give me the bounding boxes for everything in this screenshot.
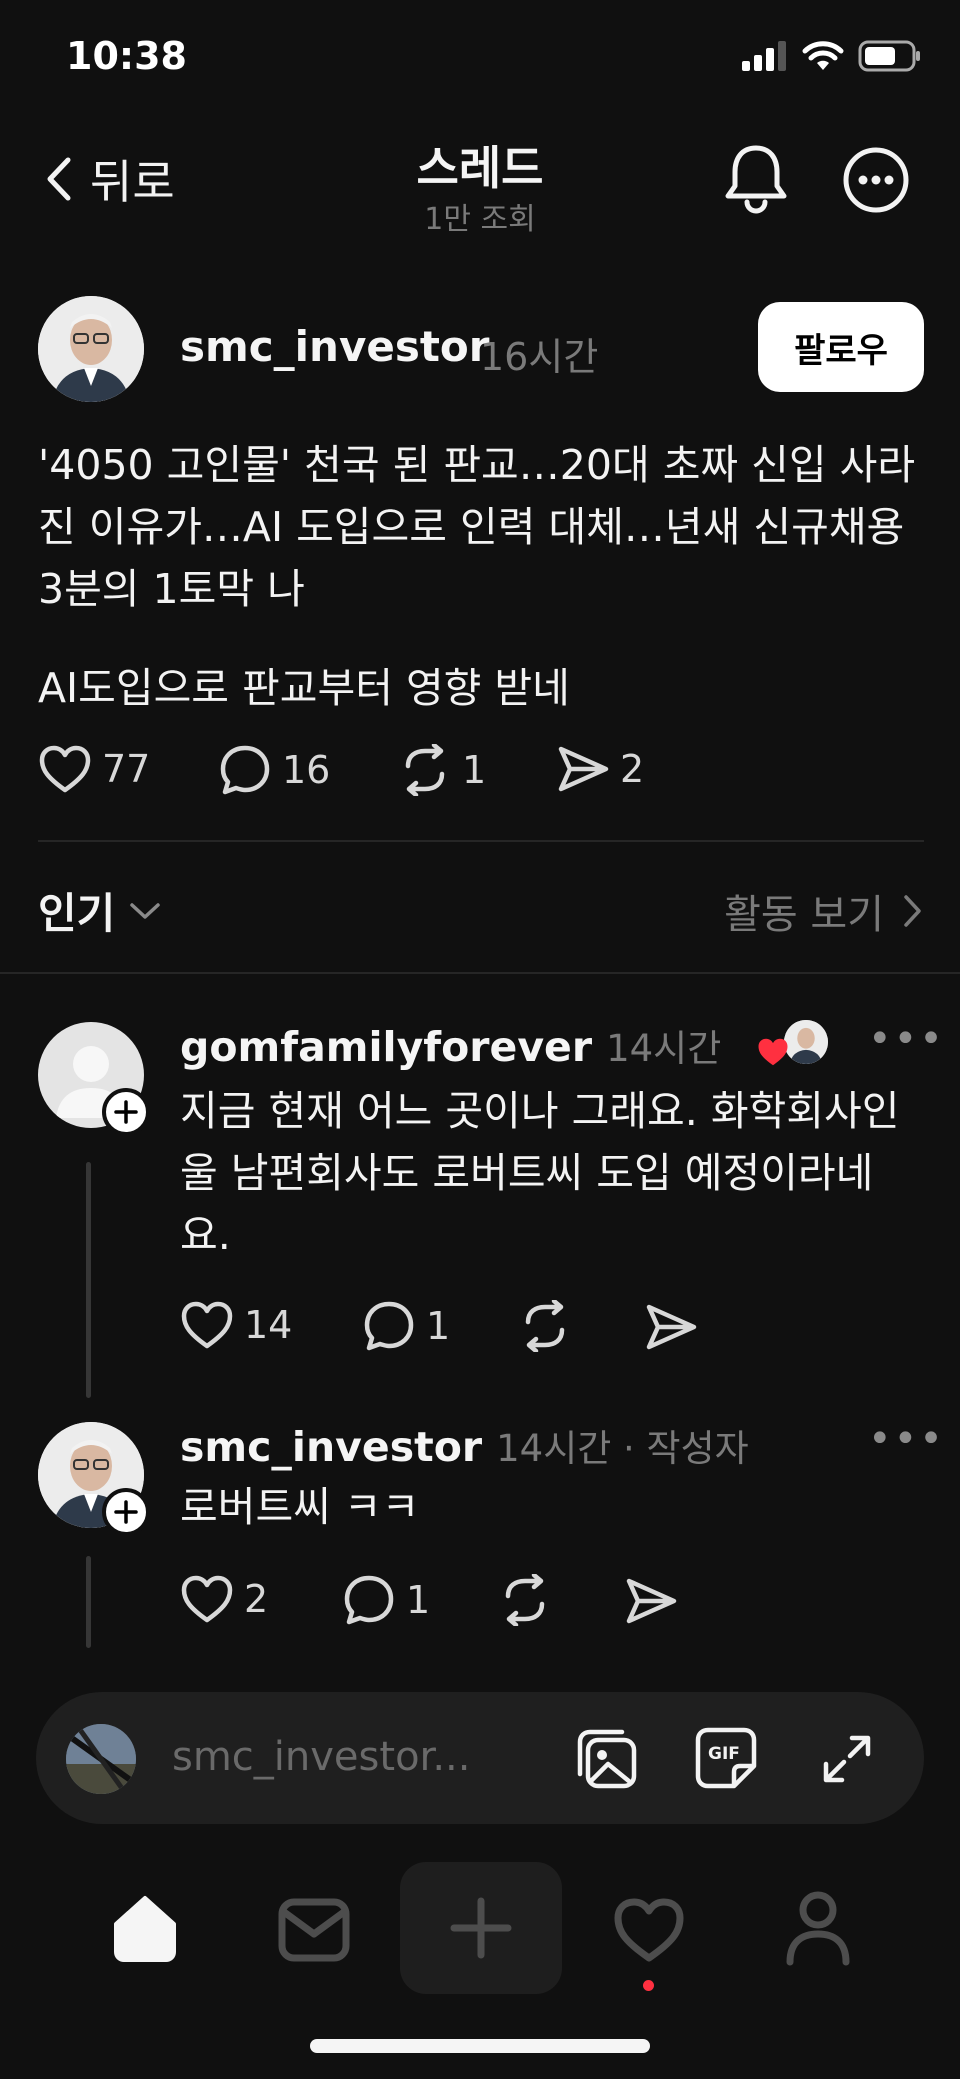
reply-comment-count: 1: [406, 1578, 431, 1622]
svg-text:GIF: GIF: [708, 1744, 740, 1764]
reply-comment-button[interactable]: 1: [362, 1300, 450, 1352]
reply-like-count: 14: [244, 1303, 293, 1347]
image-icon[interactable]: [574, 1726, 640, 1792]
share-button[interactable]: 2: [556, 744, 644, 794]
follow-button[interactable]: 팔로우: [758, 302, 924, 392]
chevron-right-icon: [904, 895, 921, 927]
expand-icon[interactable]: [822, 1734, 872, 1784]
view-activity-link[interactable]: 활동 보기: [724, 882, 922, 940]
person-photo-icon: [784, 1020, 828, 1064]
comment-bubble-icon: [364, 1301, 414, 1351]
repost-icon[interactable]: [518, 1300, 572, 1352]
home-indicator: [310, 2039, 650, 2053]
reply-time: 14시간: [606, 1027, 722, 1070]
wifi-icon: [802, 41, 844, 70]
author-avatar[interactable]: [38, 296, 144, 402]
reply-more-button[interactable]: •••: [868, 1416, 945, 1462]
reply-comment-count: 1: [426, 1304, 451, 1348]
post-text-secondary: AI도입으로 판교부터 영향 받네: [38, 664, 570, 712]
thread-line: [86, 1556, 91, 1648]
repost-icon: [405, 744, 445, 796]
person-photo-icon: [38, 296, 144, 402]
share-count: 2: [620, 747, 645, 791]
chevron-down-icon: [130, 902, 161, 919]
repost-icon[interactable]: [498, 1574, 552, 1626]
like-count: 77: [102, 747, 151, 791]
composer-input[interactable]: smc_investor...: [172, 1734, 470, 1780]
send-icon: [558, 746, 609, 792]
comment-count: 16: [282, 748, 331, 792]
plus-icon: [114, 1100, 138, 1124]
composer-avatar: [66, 1724, 136, 1794]
reply-comment-button[interactable]: 1: [342, 1574, 430, 1626]
reply-like-button[interactable]: 2: [180, 1574, 268, 1624]
profile-icon[interactable]: [784, 1890, 852, 1966]
author-name[interactable]: smc_investor: [180, 322, 489, 371]
sort-label: 인기: [38, 889, 116, 938]
repost-count: 1: [462, 748, 487, 792]
more-options-icon[interactable]: [842, 146, 910, 214]
author-mini-avatar: [784, 1020, 828, 1064]
reply-author[interactable]: smc_investor: [180, 1423, 482, 1471]
bell-icon[interactable]: [722, 142, 790, 214]
post-text: '4050 고인물' 천국 된 판교…20대 초짜 신입 사라진 이유가…AI …: [38, 441, 916, 613]
activity-heart-icon[interactable]: [612, 1896, 686, 1964]
plus-icon: [114, 1500, 138, 1524]
liked-by-author-badge: [756, 1020, 828, 1072]
status-icons: [742, 40, 922, 72]
comment-bubble-icon: [344, 1575, 394, 1625]
heart-icon: [39, 745, 91, 793]
activity-label: 활동 보기: [724, 892, 884, 938]
follow-plus-button[interactable]: [102, 1088, 150, 1136]
divider: [38, 840, 924, 842]
post-time: 16시간: [480, 335, 599, 379]
reply-like-button[interactable]: 14: [180, 1300, 292, 1350]
plus-icon: [450, 1897, 512, 1959]
heart-icon: [181, 1575, 233, 1623]
notification-dot: [643, 1980, 654, 1991]
like-button[interactable]: 77: [38, 744, 150, 794]
signal-icon: [742, 41, 786, 71]
follow-plus-button[interactable]: [102, 1488, 150, 1536]
heart-icon: [181, 1301, 233, 1349]
repost-button[interactable]: 1: [398, 744, 486, 796]
gif-icon[interactable]: GIF: [694, 1726, 758, 1790]
comment-bubble-icon: [220, 745, 270, 795]
page-title: 스레드: [416, 141, 544, 195]
reply-author[interactable]: gomfamilyforever: [180, 1023, 592, 1071]
divider: [0, 972, 960, 974]
view-count: 1만 조회: [424, 202, 536, 237]
send-icon[interactable]: [644, 1302, 698, 1352]
reply-like-count: 2: [244, 1577, 269, 1621]
create-post-button[interactable]: [400, 1862, 562, 1994]
sort-dropdown[interactable]: 인기: [38, 880, 161, 941]
status-time: 10:38: [66, 34, 187, 78]
reply-text: 지금 현재 어느 곳이나 그래요. 화학회사인 울 남편회사도 로버트씨 도입 …: [180, 1087, 900, 1259]
reply-time: 14시간 · 작성자: [496, 1427, 749, 1470]
reply-more-button[interactable]: •••: [868, 1016, 945, 1062]
home-icon[interactable]: [110, 1894, 180, 1964]
inbox-icon[interactable]: [278, 1896, 350, 1962]
reply-composer[interactable]: [36, 1692, 924, 1824]
red-heart-icon: [758, 1038, 788, 1066]
landscape-photo-icon: [66, 1724, 136, 1794]
reply-text: 로버트씨 ㅋㅋ: [180, 1483, 420, 1531]
battery-icon: [858, 40, 920, 72]
thread-line: [86, 1162, 91, 1398]
comment-button[interactable]: 16: [218, 744, 330, 796]
send-icon[interactable]: [624, 1576, 678, 1626]
